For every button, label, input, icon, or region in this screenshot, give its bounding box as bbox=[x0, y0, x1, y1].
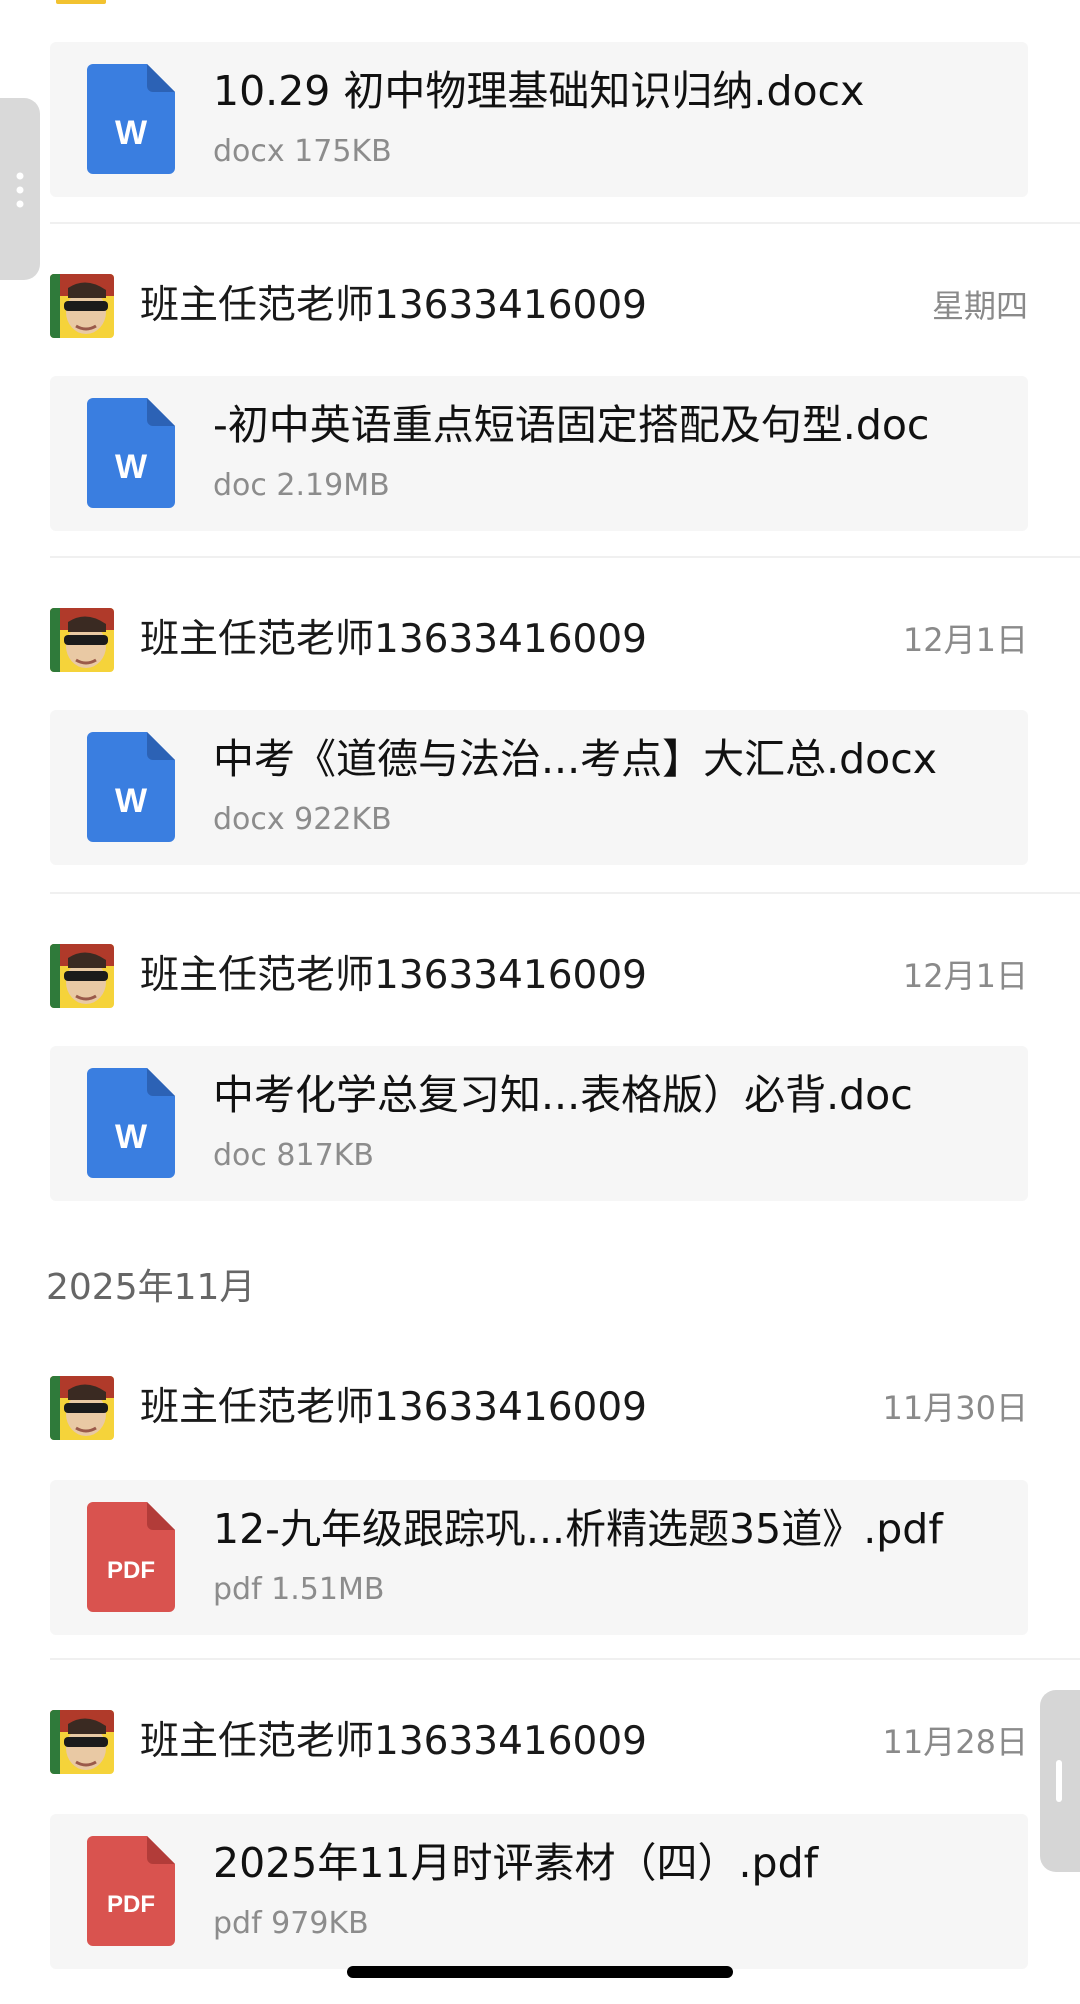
file-card[interactable]: W -初中英语重点短语固定搭配及句型.doc doc 2.19MB bbox=[50, 376, 1028, 531]
word-icon: W bbox=[87, 732, 175, 842]
file-meta: doc 817KB bbox=[213, 1138, 374, 1173]
svg-text:PDF: PDF bbox=[107, 1557, 155, 1584]
sender-row: 班主任范老师13633416009 12月1日 bbox=[50, 608, 1028, 672]
avatar[interactable] bbox=[50, 274, 114, 338]
svg-text:W: W bbox=[115, 448, 148, 486]
divider bbox=[50, 222, 1080, 224]
message-date: 12月1日 bbox=[902, 957, 1028, 995]
sender-row: 班主任范老师13633416009 星期四 bbox=[50, 274, 1028, 338]
sender-row: 班主任范老师13633416009 11月30日 bbox=[50, 1376, 1028, 1440]
file-name: 12-九年级跟踪巩...析精选题35道》.pdf bbox=[213, 1505, 943, 1553]
file-meta: docx 922KB bbox=[213, 802, 392, 837]
word-icon: W bbox=[87, 1068, 175, 1178]
avatar[interactable] bbox=[50, 1376, 114, 1440]
file-meta: pdf 1.51MB bbox=[213, 1572, 385, 1607]
file-card[interactable]: W 中考化学总复习知...表格版）必背.doc doc 817KB bbox=[50, 1046, 1028, 1201]
pdf-icon: PDF bbox=[87, 1502, 175, 1612]
file-card[interactable]: W 中考《道德与法治...考点】大汇总.docx docx 922KB bbox=[50, 710, 1028, 865]
sender-name: 班主任范老师13633416009 bbox=[140, 617, 647, 662]
word-icon: W bbox=[87, 64, 175, 174]
avatar[interactable] bbox=[50, 608, 114, 672]
sender-name: 班主任范老师13633416009 bbox=[140, 1385, 647, 1430]
file-card[interactable]: W 10.29 初中物理基础知识归纳.docx docx 175KB bbox=[50, 42, 1028, 197]
svg-text:PDF: PDF bbox=[107, 1891, 155, 1918]
file-name: 中考化学总复习知...表格版）必背.doc bbox=[213, 1071, 913, 1119]
file-meta: doc 2.19MB bbox=[213, 468, 390, 503]
file-card[interactable]: PDF 2025年11月时评素材（四）.pdf pdf 979KB bbox=[50, 1814, 1028, 1969]
file-card[interactable]: PDF 12-九年级跟踪巩...析精选题35道》.pdf pdf 1.51MB bbox=[50, 1480, 1028, 1635]
month-section-header: 2025年11月 bbox=[46, 1267, 256, 1308]
file-meta: docx 175KB bbox=[213, 134, 392, 169]
sender-row: 班主任范老师13633416009 11月28日 bbox=[50, 1710, 1028, 1774]
file-name: 2025年11月时评素材（四）.pdf bbox=[213, 1839, 819, 1887]
divider bbox=[50, 556, 1080, 558]
sender-name: 班主任范老师13633416009 bbox=[140, 283, 647, 328]
previous-avatar-edge bbox=[56, 0, 106, 4]
home-indicator[interactable] bbox=[347, 1966, 733, 1978]
word-icon: W bbox=[87, 398, 175, 508]
file-name: -初中英语重点短语固定搭配及句型.doc bbox=[213, 401, 930, 449]
message-date: 星期四 bbox=[931, 287, 1028, 325]
avatar[interactable] bbox=[50, 944, 114, 1008]
file-meta: pdf 979KB bbox=[213, 1906, 369, 1941]
pdf-icon: PDF bbox=[87, 1836, 175, 1946]
sender-name: 班主任范老师13633416009 bbox=[140, 1719, 647, 1764]
sender-row: 班主任范老师13633416009 12月1日 bbox=[50, 944, 1028, 1008]
svg-text:W: W bbox=[115, 1118, 148, 1156]
side-menu-handle[interactable] bbox=[0, 98, 40, 280]
file-name: 中考《道德与法治...考点】大汇总.docx bbox=[213, 735, 938, 783]
divider bbox=[50, 1658, 1080, 1660]
scroll-handle[interactable] bbox=[1040, 1690, 1080, 1872]
sender-name: 班主任范老师13633416009 bbox=[140, 953, 647, 998]
svg-text:W: W bbox=[115, 114, 148, 152]
avatar[interactable] bbox=[50, 1710, 114, 1774]
divider bbox=[50, 892, 1080, 894]
message-date: 12月1日 bbox=[902, 621, 1028, 659]
file-name: 10.29 初中物理基础知识归纳.docx bbox=[213, 67, 865, 115]
more-dots-icon bbox=[16, 172, 24, 208]
message-date: 11月28日 bbox=[882, 1723, 1028, 1761]
svg-text:W: W bbox=[115, 782, 148, 820]
drag-handle-icon bbox=[1056, 1760, 1062, 1802]
message-date: 11月30日 bbox=[882, 1389, 1028, 1427]
